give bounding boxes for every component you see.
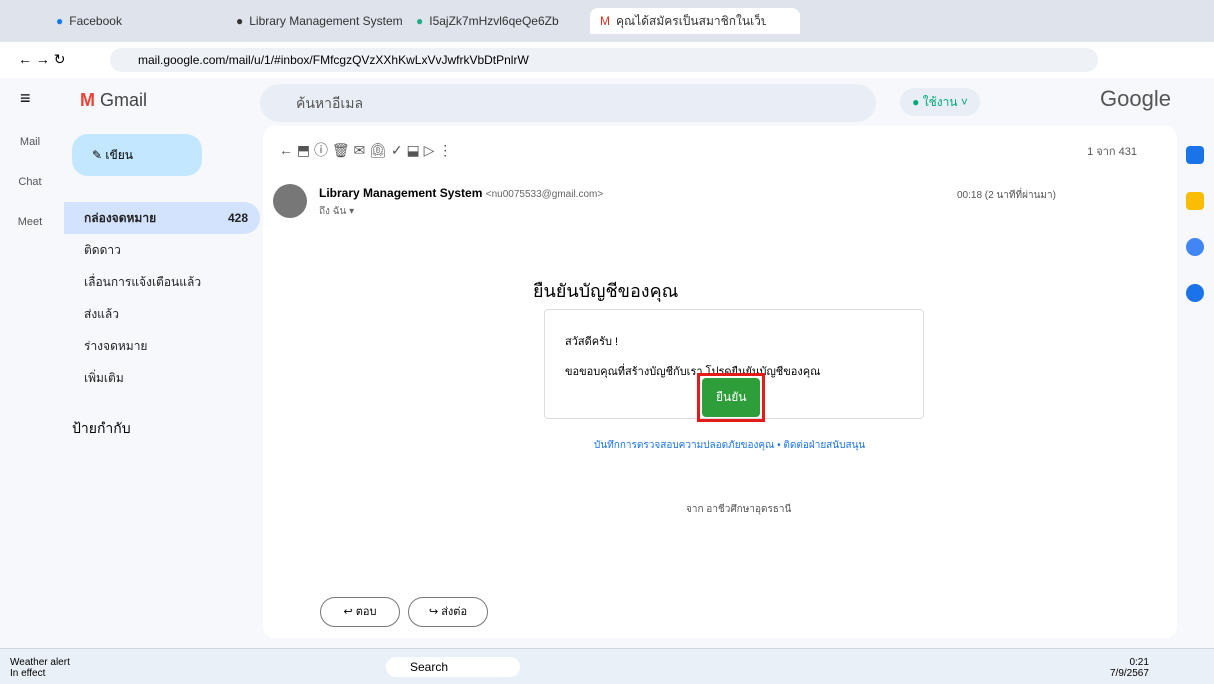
tab-random[interactable]: ●I5ajZk7mHzvl6qeQe6ZbEo3RbF [406, 8, 602, 34]
search-input[interactable]: ค้นหาอีเมล [260, 84, 876, 122]
tab-bar: ● Facebook ● Library Management System ● I5… [0, 0, 1214, 42]
sidebar-item-snoozed[interactable]: เลื่อนการแจ้งเตือนแล้ว [64, 266, 260, 298]
status-chip[interactable]: ● ใช้งาน ˅ [900, 88, 980, 116]
rail-chat[interactable]: Chat [0, 176, 60, 188]
taskbar: Weather alert In effect Search 0:21 7/9/25… [0, 648, 1214, 684]
sidebar-item-starred[interactable]: ติดดาว [64, 234, 260, 266]
sidebar-item-more[interactable]: เพิ่มเติม [64, 362, 260, 394]
tab-facebook[interactable]: ● Facebook [46, 8, 242, 34]
forward-button[interactable]: ↪ ส่งต่อ [408, 597, 488, 627]
clock: 0:21 7/9/2567 [1110, 657, 1149, 679]
avatar [273, 184, 307, 218]
footer-from: จาก อาชีวศึกษาอุดรธานี [686, 504, 792, 515]
weather-widget[interactable]: Weather alert In effect [10, 657, 70, 679]
mail-heading: ยืนยันบัญชีของคุณ [533, 281, 679, 301]
mail-time: 00:18 (2 นาทีที่ผ่านมา) [957, 190, 1056, 201]
nav-icons[interactable]: ← → ↻ [18, 51, 66, 68]
sidebar-item-inbox[interactable]: กล่องจดหมาย 428 [64, 202, 260, 234]
google-account[interactable]: Google [1100, 86, 1171, 112]
greeting: สวัสดีครับ ! [565, 336, 619, 348]
taskbar-search[interactable]: Search [386, 657, 520, 677]
sidebar-item-sent[interactable]: ส่งแล้ว [64, 298, 260, 330]
toolbar[interactable]: ← ⬒ ⓘ 🗑 ✉ ⏲ ✓ ⬓ ▷ ⋮ [279, 140, 452, 160]
sidebar-item-drafts[interactable]: ร่างจดหมาย [64, 330, 260, 362]
compose-button[interactable]: ✎ เขียน [72, 134, 202, 176]
labels-title: ป้ายกำกับ [72, 420, 131, 436]
confirm-highlight: ยืนยัน [697, 373, 766, 422]
confirm-button[interactable]: ยืนยัน [702, 378, 761, 417]
body-text: ขอขอบคุณที่สร้างบัญชีกับเรา โปรดยืนยันบั… [565, 366, 821, 378]
tab-gmail[interactable]: Mคุณได้สมัครเป็นสมาชิกในเว็บไซต์ของ [590, 8, 800, 34]
right-rail [1186, 146, 1204, 356]
rail-meet[interactable]: Meet [0, 216, 60, 228]
sender: Library Management System <nu0075533@gma… [319, 186, 604, 200]
pager: 1 จาก 431 [1087, 146, 1137, 158]
url-field[interactable]: mail.google.com/mail/u/1/#inbox/FMfcgzQV… [110, 48, 1098, 72]
address-bar: ← → ↻ mail.google.com/mail/u/1/#inbox/FM… [0, 42, 1214, 79]
reply-button[interactable]: ↩ ตอบ [320, 597, 400, 627]
message-card: สวัสดีครับ ! ขอขอบคุณที่สร้างบัญชีกับเรา… [544, 309, 924, 422]
sidebar: ✎ เขียน กล่องจดหมาย 428 ติดดาว เลื่อนการแ… [64, 78, 260, 440]
rail-mail[interactable]: Mail [0, 136, 60, 148]
tab-library[interactable]: ● Library Management System [226, 8, 422, 34]
recipient[interactable]: ถึง ฉัน ▾ [319, 204, 354, 219]
left-rail: Mail Chat Meet [0, 78, 60, 228]
footer-links[interactable]: บันทึกการตรวจสอบความปลอดภัยของคุณ • ติดต… [594, 438, 865, 453]
